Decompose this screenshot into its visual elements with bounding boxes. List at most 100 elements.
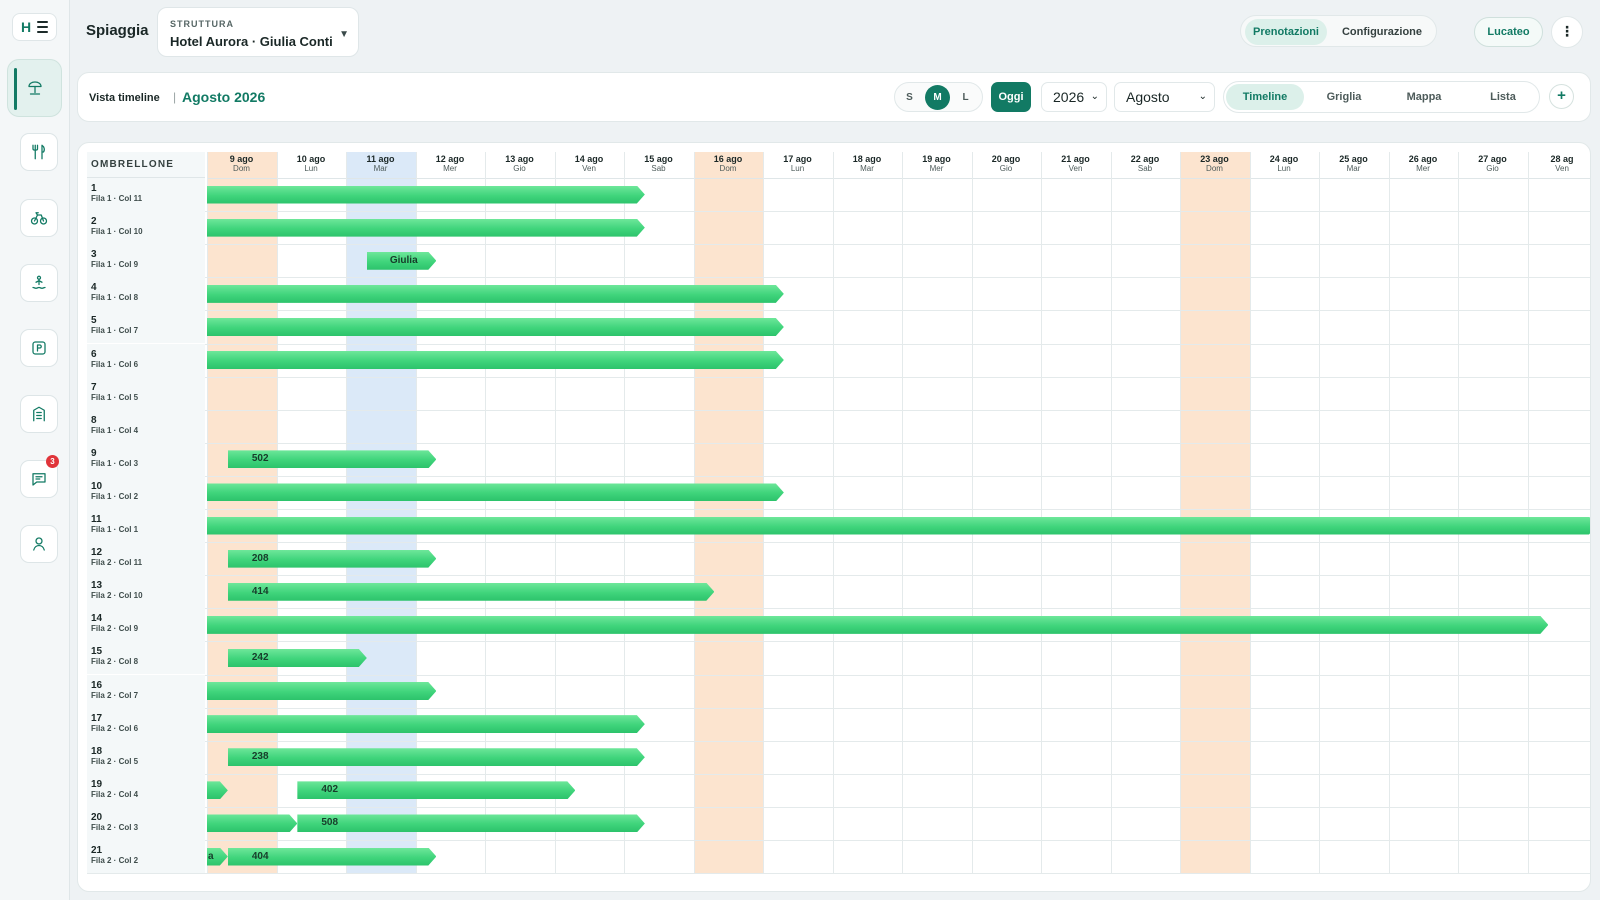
day-weekday: Mar xyxy=(860,164,874,173)
tab-lista[interactable]: Lista xyxy=(1464,84,1542,110)
booking-bar[interactable] xyxy=(207,483,784,501)
umbrella-number: 12 xyxy=(91,547,103,559)
nav-messaggi[interactable]: 3 xyxy=(20,455,59,498)
today-button[interactable]: Oggi xyxy=(991,82,1031,112)
chat-icon xyxy=(32,473,46,486)
tab-timeline[interactable]: Timeline xyxy=(1226,84,1304,110)
user-button[interactable]: Lucateo xyxy=(1474,17,1543,47)
day-date: 28 ag xyxy=(1550,154,1574,164)
booking-bar[interactable] xyxy=(207,682,436,700)
booking-bar[interactable]: 404 xyxy=(228,848,437,866)
day-shade-weekend xyxy=(693,152,763,874)
more-options-icon[interactable]: ⋮ xyxy=(1551,16,1583,48)
chevron-down-icon: ⌄ xyxy=(1090,91,1099,102)
day-header: 18 ago Mar xyxy=(833,154,902,174)
structure-select[interactable]: STRUTTURA Hotel Aurora · Giulia Conti ▼ xyxy=(157,7,359,57)
umbrella-position: Fila 1 · Col 7 xyxy=(91,326,139,336)
nav-parcheggio[interactable] xyxy=(20,329,58,367)
day-weekday: Dom xyxy=(233,164,250,173)
booking-bar[interactable] xyxy=(207,219,645,237)
tab-prenotazioni[interactable]: Prenotazioni xyxy=(1245,19,1327,45)
booking-bar[interactable]: 414 xyxy=(228,583,715,601)
day-header: 13 ago Gio xyxy=(485,154,554,174)
booking-bar[interactable]: 402 xyxy=(297,781,575,799)
umbrella-position: Fila 1 · Col 8 xyxy=(91,293,139,303)
view-month-title: Agosto 2026 xyxy=(182,89,266,105)
day-header: 10 ago Lun xyxy=(277,154,346,174)
booking-label: 238 xyxy=(251,751,269,763)
umbrella-row-label: 7 Fila 1 · Col 5 xyxy=(87,376,205,410)
umbrella-number: 11 xyxy=(91,514,102,525)
bicycle-icon xyxy=(30,212,48,225)
row-gridline xyxy=(87,873,1590,875)
user-icon xyxy=(33,537,45,551)
booking-bar[interactable] xyxy=(207,814,297,832)
row-gridline xyxy=(87,773,1590,775)
menu-toggle-button[interactable]: H xyxy=(12,13,57,41)
nav-attivita[interactable] xyxy=(20,264,58,302)
messages-badge: 3 xyxy=(46,455,59,468)
booking-label: 242 xyxy=(251,651,269,663)
sidebar: H 3 xyxy=(0,0,70,900)
umbrella-number: 19 xyxy=(91,778,103,790)
umbrella-number: 9 xyxy=(91,447,97,459)
nav-ristorante[interactable] xyxy=(20,133,58,171)
nav-spiaggia[interactable] xyxy=(7,59,62,117)
day-date: 17 ago xyxy=(783,154,812,164)
topbar: Spiaggia STRUTTURA Hotel Aurora · Giulia… xyxy=(70,0,1600,64)
row-gridline xyxy=(87,509,1590,510)
booking-bar[interactable] xyxy=(207,351,784,369)
day-date: 10 ago xyxy=(296,154,326,164)
booking-bar[interactable]: 502 xyxy=(228,450,437,468)
umbrella-row-label: 12 Fila 2 · Col 11 xyxy=(87,542,205,576)
booking-bar[interactable]: 242 xyxy=(228,649,367,667)
nav-servizi[interactable] xyxy=(20,395,58,433)
booking-label: 404 xyxy=(251,850,269,862)
umbrella-position: Fila 1 · Col 9 xyxy=(91,260,139,270)
row-gridline xyxy=(87,343,1590,345)
tab-mappa[interactable]: Mappa xyxy=(1385,84,1463,110)
tab-configurazione[interactable]: Configurazione xyxy=(1333,19,1431,45)
structure-label: STRUTTURA xyxy=(170,19,234,29)
row-gridline xyxy=(87,740,1590,742)
day-date: 19 ago xyxy=(922,154,951,164)
row-gridline xyxy=(87,542,1590,544)
umbrella-row-label: 3 Fila 1 · Col 9 xyxy=(87,244,205,278)
tab-griglia[interactable]: Griglia xyxy=(1305,84,1383,110)
add-booking-button[interactable]: + xyxy=(1549,84,1574,109)
booking-bar[interactable]: 238 xyxy=(228,748,645,766)
day-weekday: Sab xyxy=(1137,164,1153,173)
day-header: 27 ago Gio xyxy=(1458,154,1527,174)
day-date: 11 ago xyxy=(366,154,395,164)
umbrella-number: 14 xyxy=(91,613,103,625)
row-gridline xyxy=(87,575,1590,577)
booking-bar[interactable]: 208 xyxy=(228,550,437,568)
booking-bar[interactable]: Giulia xyxy=(367,252,437,270)
day-header: 14 ago Ven xyxy=(555,154,624,174)
umbrella-number: 15 xyxy=(91,646,103,658)
day-date: 12 ago xyxy=(435,154,465,164)
row-gridline xyxy=(87,244,1590,246)
day-weekday: Mar xyxy=(373,164,388,173)
umbrella-number: 10 xyxy=(91,480,103,492)
day-gridline xyxy=(1249,152,1251,874)
booking-bar[interactable] xyxy=(207,186,645,204)
umbrella-position: Fila 2 · Col 4 xyxy=(91,789,139,799)
booking-bar[interactable]: 508 xyxy=(297,814,645,832)
year-select[interactable]: 2026 ⌄ xyxy=(1041,82,1107,112)
size-m-button[interactable]: M xyxy=(925,85,950,110)
nav-profilo[interactable] xyxy=(20,525,58,563)
row-gridline xyxy=(87,277,1590,279)
nav-noleggio-bici[interactable] xyxy=(20,199,58,237)
booking-bar[interactable] xyxy=(207,285,784,303)
booking-bar[interactable] xyxy=(207,318,784,336)
size-s-button[interactable]: S xyxy=(897,85,922,110)
booking-bar[interactable] xyxy=(207,616,1548,634)
day-gridline xyxy=(1319,152,1320,874)
month-select[interactable]: Agosto ⌄ xyxy=(1114,82,1215,112)
size-l-button[interactable]: L xyxy=(953,85,978,110)
booking-bar[interactable] xyxy=(207,715,645,733)
booking-bar[interactable] xyxy=(207,517,1591,535)
day-gridline xyxy=(1388,152,1390,874)
umbrella-number: 3 xyxy=(91,249,97,261)
